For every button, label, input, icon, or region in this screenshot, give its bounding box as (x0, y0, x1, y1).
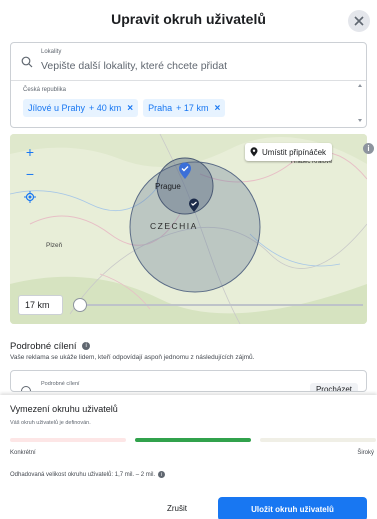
dialog-header: Upravit okruh uživatelů (0, 0, 377, 38)
audience-estimate-text: Odhadovaná velikost okruhu uživatelů: 1,… (10, 471, 156, 478)
zoom-in-button[interactable]: + (22, 144, 38, 160)
map-pin-jilove-icon[interactable] (188, 198, 200, 213)
location-box: Lokality Česká republika Jílové u Prahy … (10, 42, 367, 128)
zoom-out-button[interactable]: − (22, 166, 38, 182)
map-label-czechia: CZECHIA (150, 221, 198, 231)
chip-radius: + 17 km (176, 103, 209, 113)
location-search-row: Lokality (11, 43, 366, 81)
detailed-targeting-field[interactable]: Podrobné cílení Procházet (10, 370, 367, 392)
location-search-input[interactable] (41, 60, 351, 72)
audience-bar-specific (10, 438, 126, 442)
dialog-title: Upravit okruh uživatelů (111, 11, 266, 27)
slider-thumb[interactable] (73, 298, 87, 312)
map-label-prague: Prague (155, 182, 181, 191)
info-icon[interactable]: i (82, 342, 91, 351)
locate-icon[interactable] (24, 191, 36, 203)
map-label-plzen: Plzeň (46, 242, 63, 249)
browse-button[interactable]: Procházet (309, 383, 358, 391)
audience-label-specific: Konkrétní (10, 450, 36, 456)
audience-title: Vymezení okruhu uživatelů (10, 404, 118, 414)
location-chips: Jílové u Prahy + 40 km × Praha + 17 km × (23, 99, 226, 117)
audience-subtitle: Váš okruh uživatelů je definován. (10, 420, 91, 426)
close-icon (354, 16, 364, 26)
location-chip-praha[interactable]: Praha + 17 km × (143, 99, 226, 117)
location-field-label: Lokality (41, 49, 62, 55)
map-pin-prague-icon[interactable] (178, 162, 192, 180)
search-icon (21, 56, 33, 68)
remove-chip-icon[interactable]: × (127, 103, 133, 114)
detailed-description: Vaše reklama se ukáže lidem, kteří odpov… (10, 354, 255, 361)
scroll-arrows-icon[interactable] (357, 83, 363, 123)
audience-bar-broad (260, 438, 376, 442)
pin-icon (250, 147, 258, 157)
radius-slider[interactable] (73, 296, 363, 314)
detailed-targeting-title: Podrobné cílení i (10, 341, 91, 352)
info-icon[interactable]: i (158, 471, 166, 478)
detailed-field-label: Podrobné cílení (41, 381, 80, 387)
remove-chip-icon[interactable]: × (214, 103, 220, 114)
search-icon (21, 386, 31, 391)
audience-estimate: Odhadovaná velikost okruhu uživatelů: 1,… (10, 471, 166, 478)
close-button[interactable] (348, 10, 370, 32)
location-chip-jilove[interactable]: Jílové u Prahy + 40 km × (23, 99, 139, 117)
slider-track (73, 304, 363, 306)
chip-name: Jílové u Prahy (28, 103, 86, 113)
audience-definition-panel: Vymezení okruhu uživatelů Váš okruh uživ… (0, 395, 377, 519)
detailed-title-text: Podrobné cílení (10, 341, 77, 352)
audience-label-broad: Široký (357, 450, 374, 456)
chip-radius: + 40 km (89, 103, 122, 113)
map-info-icon[interactable]: i (363, 143, 374, 154)
save-audience-button[interactable]: Uložit okruh uživatelů (218, 497, 367, 519)
chip-name: Praha (148, 103, 173, 113)
country-label: Česká republika (23, 87, 67, 93)
audience-bar-defined (135, 438, 251, 442)
drop-pin-label: Umístit připínáček (262, 147, 327, 157)
radius-value: 17 km (18, 295, 63, 315)
drop-pin-button[interactable]: Umístit připínáček (245, 143, 333, 161)
cancel-button[interactable]: Zrušit (167, 504, 187, 513)
